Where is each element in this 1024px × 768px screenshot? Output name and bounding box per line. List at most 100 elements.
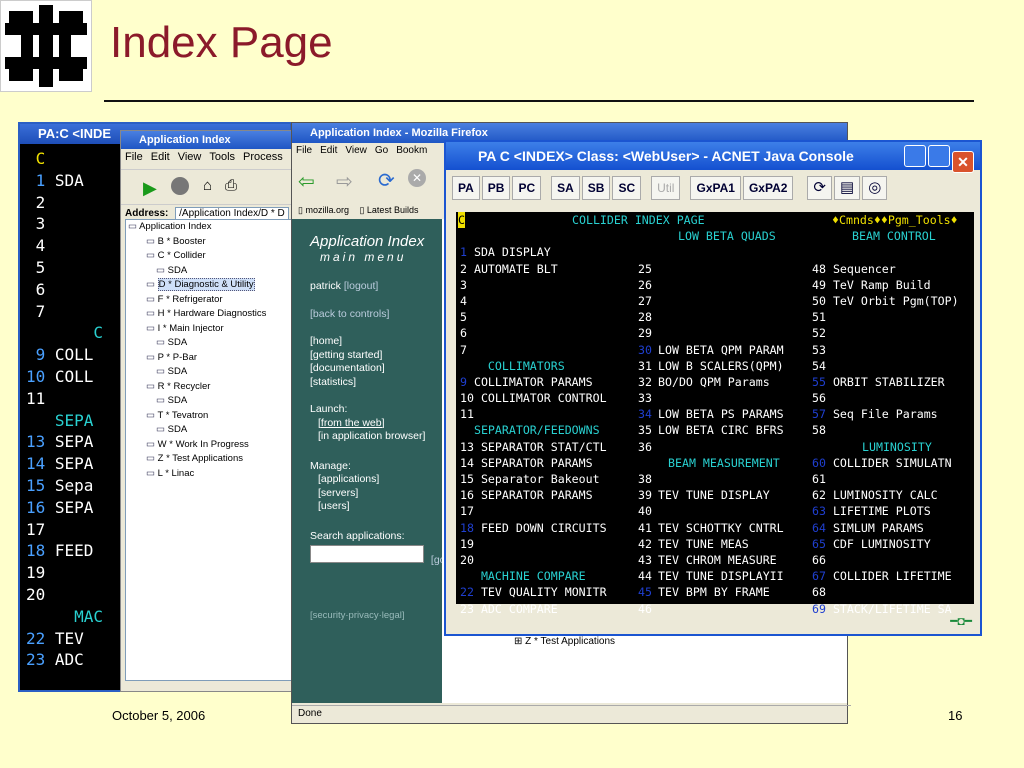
screen-cell[interactable]: 11 — [460, 406, 474, 422]
tree-item[interactable]: ▭ B * Booster — [126, 235, 294, 250]
tree-item[interactable]: ▭ Z * Test Applications — [126, 452, 294, 467]
screen-cell[interactable]: 51 — [812, 309, 826, 325]
manage-link[interactable]: [users] — [318, 500, 442, 514]
console-line-text[interactable]: COLL — [45, 345, 94, 364]
screen-cell[interactable]: 55 ORBIT STABILIZER — [812, 374, 945, 390]
screen-cell[interactable]: 6 — [460, 325, 467, 341]
screen-cell[interactable]: 31 — [638, 358, 652, 374]
tree-item[interactable]: ▭ SDA — [126, 394, 294, 409]
screen-cell[interactable]: 54 — [812, 358, 826, 374]
menu-item[interactable]: Bookm — [396, 145, 427, 156]
page-button-pc[interactable]: PC — [512, 176, 542, 200]
screen-cell[interactable]: 16 SEPARATOR PARAMS — [460, 487, 593, 503]
screen-cell[interactable]: 2 AUTOMATE BLT — [460, 261, 558, 277]
screen-cell[interactable]: TEV BPM BY FRAME — [658, 584, 770, 600]
screen-cell[interactable]: 56 — [812, 390, 826, 406]
manage-link[interactable]: [servers] — [318, 487, 442, 501]
screen-cell[interactable]: TEV SCHOTTKY CNTRL — [658, 520, 784, 536]
console-line-text[interactable]: COLL — [45, 367, 94, 386]
tree-item[interactable]: ▭ T * Tevatron — [126, 409, 294, 424]
tree-item[interactable]: ▭ R * Recycler — [126, 380, 294, 395]
page-button-util[interactable]: Util — [651, 176, 681, 200]
screen-cell[interactable]: LOW BETA QPM PARAM — [658, 342, 784, 358]
tree-item[interactable]: ▭ D * Diagnostic & Utility — [126, 278, 294, 293]
manage-link[interactable]: [applications] — [318, 473, 442, 487]
bookmark-link[interactable]: ▯ Latest Builds — [359, 205, 418, 215]
tree-item[interactable]: ▭ SDA — [126, 423, 294, 438]
launch-link[interactable]: [in application browser] — [318, 430, 442, 444]
console-line-text[interactable]: MAC — [26, 607, 103, 626]
screen-cell[interactable]: 35 — [638, 422, 652, 438]
page-button-gxpa2[interactable]: GxPA2 — [742, 176, 794, 200]
screen-cell[interactable]: 57 Seq File Params — [812, 406, 938, 422]
menu-item[interactable]: View — [178, 151, 202, 163]
screen-cell[interactable]: 66 — [812, 552, 826, 568]
screen-cell[interactable]: LOW BETA PS PARAMS — [658, 406, 784, 422]
screen-cell[interactable]: 61 — [812, 471, 826, 487]
screen-cell[interactable]: 17 — [460, 503, 474, 519]
console-line-text[interactable]: SEPA — [45, 454, 94, 473]
tree-item[interactable]: ▭ W * Work In Progress — [126, 438, 294, 453]
screen-cell[interactable]: 52 — [812, 325, 826, 341]
tree-item[interactable]: ▭ Application Index — [126, 220, 294, 235]
screen-commands[interactable]: ♦Cmnds♦♦Pgm_Tools♦ — [832, 212, 958, 228]
home-icon[interactable]: ⌂ — [203, 177, 212, 194]
bookmark-link[interactable]: ▯ mozilla.org — [298, 205, 351, 215]
console-line-text[interactable]: ADC — [45, 650, 84, 669]
screen-cell[interactable]: 68 — [812, 584, 826, 600]
screen-cell[interactable]: 42 — [638, 536, 652, 552]
screen-cell[interactable]: 62 LUMINOSITY CALC — [812, 487, 938, 503]
console-line-text[interactable]: Sepa — [45, 476, 94, 495]
screen-cell[interactable]: 7 — [460, 342, 467, 358]
screen-cell[interactable]: 9 COLLIMATOR PARAMS — [460, 374, 593, 390]
tree-item[interactable]: ▭ F * Refrigerator — [126, 293, 294, 308]
screen-cell[interactable]: 19 — [460, 536, 474, 552]
screen-cell[interactable]: 49 TeV Ramp Build — [812, 277, 931, 293]
screen-cell[interactable]: 63 LIFETIME PLOTS — [812, 503, 931, 519]
screen-cell[interactable]: 48 Sequencer — [812, 261, 896, 277]
screen-cell[interactable]: 53 — [812, 342, 826, 358]
screen-cell[interactable]: 43 — [638, 552, 652, 568]
screen-cell[interactable]: 58 — [812, 422, 826, 438]
screen-cell[interactable]: 65 CDF LUMINOSITY — [812, 536, 931, 552]
menu-item[interactable]: View — [345, 145, 367, 156]
screen-cell[interactable]: 40 — [638, 503, 652, 519]
screen-cell[interactable]: 20 — [460, 552, 474, 568]
menu-item[interactable]: Edit — [151, 151, 170, 163]
screen-cell[interactable]: 60 COLLIDER SIMULATN — [812, 455, 952, 471]
screen-cell[interactable]: 3 — [460, 277, 467, 293]
page-button-sb[interactable]: SB — [581, 176, 611, 200]
maximize-button[interactable] — [928, 145, 950, 167]
tree-item[interactable]: ▭ H * Hardware Diagnostics — [126, 307, 294, 322]
stop-icon[interactable] — [171, 177, 189, 195]
screen-cell[interactable]: TEV TUNE DISPLAY — [658, 487, 770, 503]
acnet-console-window[interactable]: PA C <INDEX> Class: <WebUser> - ACNET Ja… — [444, 140, 982, 636]
reload-icon[interactable]: ⟳ — [378, 168, 395, 193]
console-line-text[interactable]: TEV — [45, 629, 84, 648]
refresh-icon[interactable]: ⟳ — [807, 176, 832, 200]
screen-cell[interactable]: 1 SDA DISPLAY — [460, 244, 551, 260]
print-icon[interactable]: ⎙ — [225, 177, 237, 194]
legal-links[interactable]: [security·privacy·legal] — [310, 609, 442, 623]
screen-cell[interactable]: 18 FEED DOWN CIRCUITS — [460, 520, 607, 536]
screen-cell[interactable]: 44 — [638, 568, 652, 584]
screen-cell[interactable]: 64 SIMLUM PARAMS — [812, 520, 924, 536]
back-to-controls-link[interactable]: [back to controls] — [310, 308, 442, 322]
screen-cell[interactable]: 46 — [638, 601, 652, 617]
screen-cell[interactable]: 22 TEV QUALITY MONITR — [460, 584, 607, 600]
screen-cell[interactable]: 32 — [638, 374, 652, 390]
screen-cell[interactable]: 28 — [638, 309, 652, 325]
search-applications-input[interactable] — [310, 545, 424, 563]
minimize-button[interactable] — [904, 145, 926, 167]
play-icon[interactable]: ▶ — [143, 178, 157, 199]
tree-item[interactable]: ▭ SDA — [126, 264, 294, 279]
console-line-text[interactable]: SEPA — [45, 498, 94, 517]
console-line-text[interactable]: C — [26, 323, 103, 342]
menu-item[interactable]: Process — [243, 151, 283, 163]
menu-item[interactable]: File — [125, 151, 143, 163]
screen-cell[interactable]: 29 — [638, 325, 652, 341]
tree-item[interactable]: ▭ SDA — [126, 365, 294, 380]
screen-cell[interactable]: 14 SEPARATOR PARAMS — [460, 455, 593, 471]
screen-cell[interactable]: 13 SEPARATOR STAT/CTL — [460, 439, 607, 455]
screen-cell[interactable]: 4 — [460, 293, 467, 309]
